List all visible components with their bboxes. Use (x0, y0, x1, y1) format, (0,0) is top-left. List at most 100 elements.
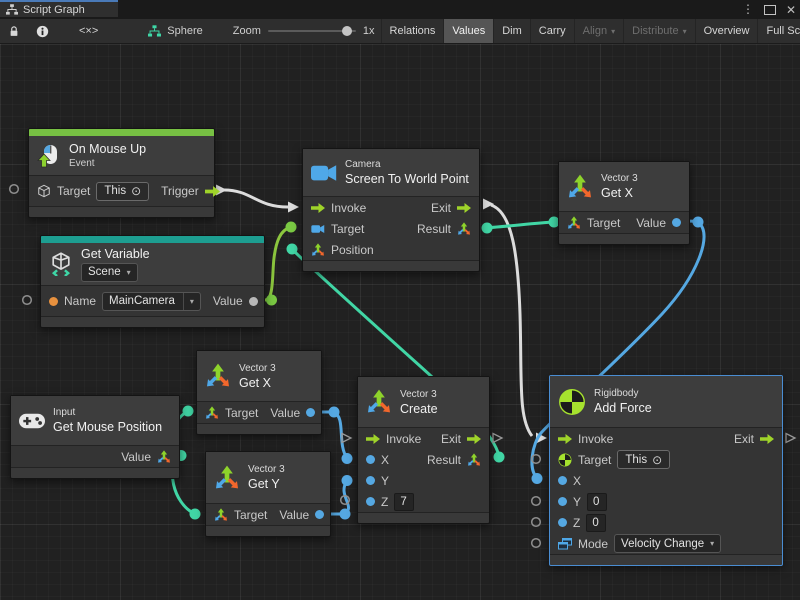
mode-dropdown[interactable]: Velocity Change (614, 534, 721, 553)
toolbar-right-group: Relations Values Dim Carry Align Distrib… (381, 19, 800, 43)
node-category: Vector 3 (400, 389, 438, 400)
rigidbody-port-icon[interactable] (558, 453, 572, 467)
port-value-dot[interactable] (315, 510, 324, 519)
node-vector3-create[interactable]: Vector 3 Create Invoke Exit X Result Y Z… (357, 376, 490, 524)
port-exit-arrow[interactable] (760, 434, 774, 444)
vector3-port-icon[interactable] (205, 406, 219, 420)
port-z-dot[interactable] (558, 518, 567, 527)
port-value-dot[interactable] (672, 218, 681, 227)
zoom-slider-handle[interactable] (342, 26, 352, 36)
close-icon[interactable]: ✕ (786, 3, 796, 17)
empty-control-port[interactable] (786, 434, 795, 443)
port-y-dot[interactable] (366, 476, 375, 485)
node-header: Camera Screen To World Point (303, 149, 479, 197)
vector3-port-icon[interactable] (467, 453, 481, 467)
port-trigger-arrow[interactable] (205, 186, 220, 197)
empty-control-port[interactable] (493, 434, 502, 443)
tab-script-graph[interactable]: Script Graph (0, 0, 118, 17)
camera-port-icon[interactable] (311, 224, 325, 234)
graph-target-name: Sphere (167, 25, 202, 37)
empty-port-ring[interactable] (23, 296, 32, 305)
vector3-port-icon[interactable] (457, 222, 471, 236)
node-add-force[interactable]: Rigidbody Add Force Invoke Exit Target T… (549, 375, 783, 566)
node-title: Add Force (594, 401, 652, 415)
fullscreen-button[interactable]: Full Screen (757, 19, 800, 43)
port-exit-arrow[interactable] (467, 434, 481, 444)
vector3-icon (205, 363, 231, 389)
lock-button[interactable] (0, 19, 28, 43)
port-row: Z 7 (358, 491, 489, 512)
port-value-dot[interactable] (249, 297, 258, 306)
dim-button[interactable]: Dim (493, 19, 530, 43)
port-row: Mode Velocity Change (550, 533, 782, 554)
target-icon: ⊙ (652, 453, 662, 467)
distribute-button[interactable]: Distribute (623, 19, 694, 43)
port-z-dot[interactable] (366, 497, 375, 506)
empty-port-ring[interactable] (532, 518, 541, 527)
node-get-x-top[interactable]: Vector 3 Get X Target Value (558, 161, 690, 245)
port-row: Target This ⊙ (550, 449, 782, 470)
info-button[interactable] (28, 19, 57, 43)
wire-trigger-to-invoke[interactable] (224, 190, 288, 207)
align-button[interactable]: Align (574, 19, 623, 43)
port-y-label: Y (573, 495, 581, 509)
wire-arrowhead (288, 202, 299, 213)
wire-exit-to-invoke[interactable] (491, 205, 532, 436)
graph-canvas[interactable]: On Mouse Up Event Target This ⊙ Trigger … (0, 44, 800, 600)
port-invoke-arrow[interactable] (558, 434, 572, 444)
port-invoke-arrow[interactable] (311, 203, 325, 213)
target-this-pill[interactable]: This ⊙ (96, 182, 149, 201)
relations-button[interactable]: Relations (381, 19, 444, 43)
enum-port-icon[interactable] (558, 538, 572, 550)
vector3-port-icon[interactable] (311, 243, 325, 257)
node-get-mouse-position[interactable]: Input Get Mouse Position Value (10, 395, 180, 479)
wire-result-to-getx-target[interactable] (482, 222, 554, 228)
empty-port-ring[interactable] (10, 185, 19, 194)
port-x-dot[interactable] (558, 476, 567, 485)
port-target-label: Target (225, 406, 258, 420)
graph-breadcrumb[interactable]: Sphere (138, 19, 212, 43)
z-value-field[interactable]: 0 (586, 514, 606, 532)
vector3-port-icon[interactable] (214, 508, 228, 522)
wire-variable-to-target[interactable] (265, 227, 291, 300)
variable-name-dropdown[interactable]: MainCamera (102, 292, 201, 311)
wire-endpoint (329, 407, 340, 418)
port-row: Target Value (197, 402, 321, 423)
port-invoke-arrow[interactable] (366, 434, 380, 444)
port-trigger-label: Trigger (161, 184, 199, 198)
port-row: Z 0 (550, 512, 782, 533)
port-value-dot[interactable] (306, 408, 315, 417)
node-category: Vector 3 (248, 464, 285, 475)
port-target-label: Target (234, 508, 267, 522)
zoom-slider[interactable] (268, 30, 356, 32)
maximize-icon[interactable] (764, 5, 776, 15)
button-label: Overview (704, 25, 750, 37)
carry-button[interactable]: Carry (530, 19, 574, 43)
node-on-mouse-up[interactable]: On Mouse Up Event Target This ⊙ Trigger (28, 128, 215, 218)
empty-control-port[interactable] (342, 434, 351, 443)
port-name-dot[interactable] (49, 297, 58, 306)
empty-port-ring[interactable] (532, 497, 541, 506)
wire-endpoint (342, 475, 353, 486)
vector3-port-icon[interactable] (567, 216, 581, 230)
vector3-port-icon[interactable] (157, 450, 171, 464)
target-icon: ⊙ (131, 184, 141, 198)
window-menu-icon[interactable]: ⋮ (742, 0, 754, 19)
z-value-field[interactable]: 7 (394, 493, 414, 511)
target-this-pill[interactable]: This ⊙ (617, 450, 670, 469)
y-value-field[interactable]: 0 (587, 493, 607, 511)
scope-dropdown[interactable]: Scene (81, 263, 138, 282)
port-x-dot[interactable] (366, 455, 375, 464)
node-get-variable[interactable]: Get Variable Scene Name MainCamera Value (40, 235, 265, 328)
empty-port-ring[interactable] (532, 539, 541, 548)
node-get-y[interactable]: Vector 3 Get Y Target Value (205, 451, 331, 537)
rigidbody-icon (558, 388, 586, 416)
node-screen-to-world-point[interactable]: Camera Screen To World Point Invoke Exit… (302, 148, 480, 272)
port-exit-arrow[interactable] (457, 203, 471, 213)
overview-button[interactable]: Overview (695, 19, 758, 43)
values-button[interactable]: Values (443, 19, 493, 43)
node-get-x[interactable]: Vector 3 Get X Target Value (196, 350, 322, 435)
port-y-dot[interactable] (558, 497, 567, 506)
code-toggle-button[interactable]: <×> (57, 19, 120, 43)
wire-endpoint (482, 223, 493, 234)
